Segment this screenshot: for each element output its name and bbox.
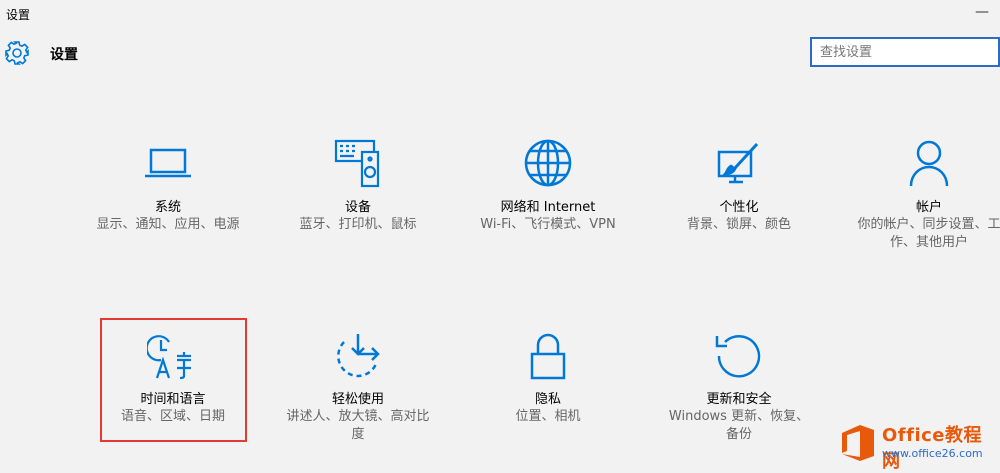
tile-ease-of-access-label: 轻松使用 — [331, 392, 384, 407]
lock-icon — [530, 333, 566, 380]
tile-devices-desc: 蓝牙、打印机、鼠标 — [299, 217, 417, 232]
gear-icon — [5, 41, 29, 65]
tile-devices[interactable]: 设备 蓝牙、打印机、鼠标 — [273, 138, 443, 258]
tile-privacy[interactable]: 隐私 位置、相机 — [463, 330, 633, 450]
watermark: Office教程网 www.office26.com — [838, 419, 1000, 472]
tile-personalization-desc: 背景、锁屏、颜色 — [686, 217, 791, 232]
tile-personalization-label: 个性化 — [719, 200, 759, 215]
tile-network-label: 网络和 Internet — [500, 200, 596, 215]
person-icon — [909, 140, 949, 187]
ease-of-access-icon — [337, 334, 380, 378]
tile-accounts[interactable]: 帐户 你的帐户、同步设置、工作、其他用户 — [844, 138, 1000, 258]
window-title: 设置 — [6, 8, 31, 22]
laptop-icon — [145, 148, 191, 178]
tile-privacy-label: 隐私 — [534, 392, 561, 407]
search-box[interactable] — [810, 37, 1000, 67]
tile-system[interactable]: 系统 显示、通知、应用、电源 — [83, 138, 253, 258]
tile-update-security[interactable]: 更新和安全 Windows 更新、恢复、备份 — [654, 330, 824, 450]
tile-system-label: 系统 — [154, 200, 181, 215]
tile-personalization[interactable]: 个性化 背景、锁屏、颜色 — [654, 138, 824, 258]
tile-accounts-desc: 你的帐户、同步设置、工作、其他用户 — [857, 217, 1000, 250]
tile-network-desc: Wi-Fi、飞行模式、VPN — [480, 217, 616, 232]
tile-update-security-label: 更新和安全 — [706, 392, 772, 407]
paint-monitor-icon — [717, 142, 759, 184]
search-input[interactable] — [812, 39, 1000, 65]
tile-network[interactable]: 网络和 Internet Wi-Fi、飞行模式、VPN — [463, 138, 633, 258]
page-title: 设置 — [50, 47, 78, 63]
globe-icon — [524, 139, 572, 187]
watermark-url: www.office26.com — [882, 447, 983, 460]
tile-update-security-desc: Windows 更新、恢复、备份 — [668, 409, 810, 442]
tile-accounts-label: 帐户 — [915, 200, 942, 215]
minimize-button[interactable]: — — [970, 2, 994, 22]
office-logo-icon — [842, 425, 874, 461]
title-bar: 设置 — — [0, 0, 1000, 32]
tile-ease-of-access[interactable]: 轻松使用 讲述人、放大镜、高对比度 — [273, 330, 443, 450]
tile-devices-label: 设备 — [344, 200, 371, 215]
highlight-frame — [100, 318, 247, 442]
refresh-icon — [715, 335, 761, 378]
devices-icon — [334, 139, 380, 188]
tile-privacy-desc: 位置、相机 — [515, 409, 581, 424]
tile-ease-of-access-desc: 讲述人、放大镜、高对比度 — [286, 409, 430, 442]
tile-system-desc: 显示、通知、应用、电源 — [96, 217, 240, 232]
